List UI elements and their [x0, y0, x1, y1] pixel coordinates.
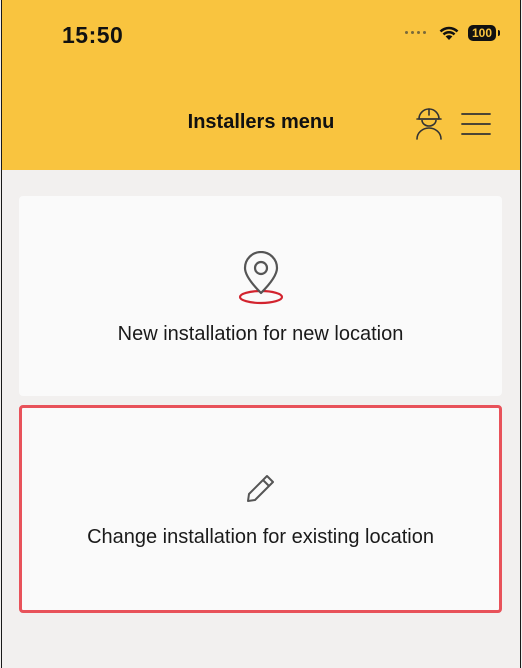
battery-level: 100 [471, 25, 493, 40]
signal-dots-icon [405, 31, 426, 34]
status-time: 15:50 [62, 22, 124, 48]
installer-profile-icon[interactable] [415, 106, 443, 140]
battery-icon: 100 [468, 24, 500, 41]
new-installation-label: New installation for new location [117, 323, 404, 345]
pencil-icon [246, 475, 274, 502]
hamburger-menu-icon[interactable] [460, 110, 492, 138]
location-pin-icon [238, 251, 283, 305]
app-header: 15:50 100 Installers menu [2, 0, 520, 170]
status-icons: 100 [405, 24, 500, 41]
change-installation-option[interactable]: Change installation for existing locatio… [19, 405, 502, 613]
app-screen: 15:50 100 Installers menu New installati… [1, 0, 521, 668]
wifi-icon [439, 26, 459, 40]
change-installation-label: Change installation for existing locatio… [87, 526, 434, 548]
new-installation-option[interactable]: New installation for new location [19, 196, 502, 396]
